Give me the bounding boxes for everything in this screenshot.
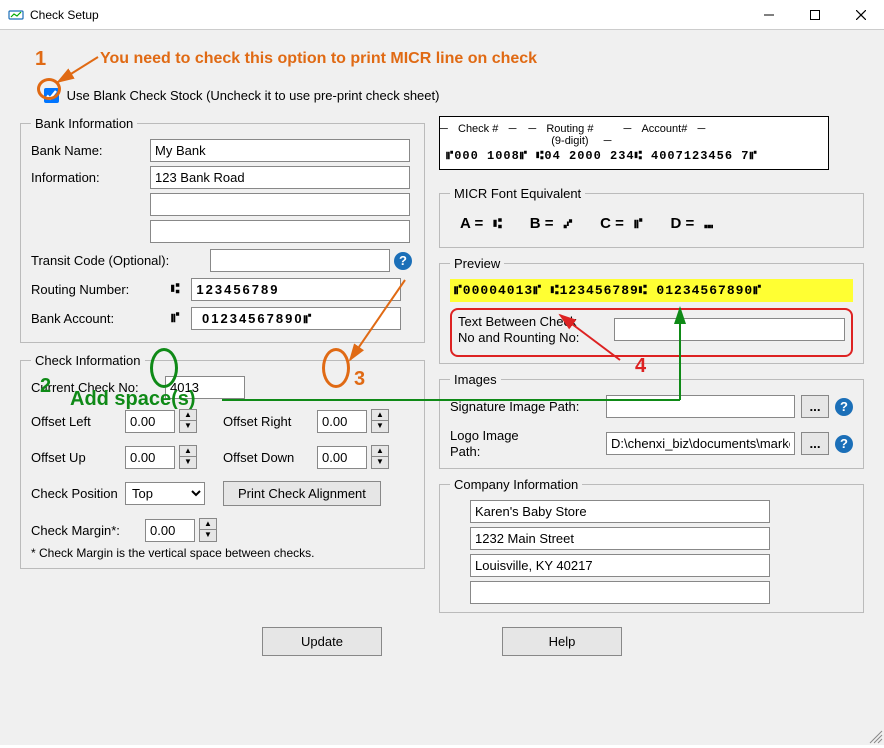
resize-grip-icon[interactable] xyxy=(866,727,884,745)
offset-down-label: Offset Down xyxy=(223,450,313,465)
signature-path-label: Signature Image Path: xyxy=(450,399,600,414)
images-group: Images Signature Image Path: ... ? Logo … xyxy=(439,372,864,468)
bank-info-group: Bank Information Bank Name: Information: xyxy=(20,116,425,343)
sample-check-label: Check # xyxy=(448,123,508,147)
check-info-legend: Check Information xyxy=(31,353,145,368)
transit-code-input[interactable] xyxy=(210,249,390,272)
signature-path-input[interactable] xyxy=(606,395,795,418)
logo-browse-button[interactable]: ... xyxy=(801,432,829,455)
check-margin-label: Check Margin*: xyxy=(31,523,141,538)
micr-equiv-legend: MICR Font Equivalent xyxy=(450,186,585,201)
help-icon[interactable]: ? xyxy=(394,252,412,270)
sample-micr-line: ⑈000 1008⑈ ⑆04 2000 234⑆ 4007123456 7⑈ xyxy=(446,149,822,163)
account-symbol: ⑈ xyxy=(171,311,181,327)
logo-path-label-1: Logo Image xyxy=(450,428,600,444)
micr-a: A = ⑆ xyxy=(460,215,502,233)
check-margin-footnote: * Check Margin is the vertical space bet… xyxy=(31,546,414,560)
help-icon[interactable]: ? xyxy=(835,398,853,416)
bank-name-label: Bank Name: xyxy=(31,143,146,158)
company-line4-input[interactable] xyxy=(470,581,770,604)
preview-legend: Preview xyxy=(450,256,504,271)
use-blank-stock-checkbox[interactable] xyxy=(44,88,59,103)
sample-routing-label: Routing # (9-digit) xyxy=(536,123,603,147)
micr-equiv-group: MICR Font Equivalent A = ⑆ B = ⑇ C = ⑈ D… xyxy=(439,186,864,248)
offset-down-input[interactable] xyxy=(317,446,367,469)
offset-right-input[interactable] xyxy=(317,410,367,433)
offset-left-label: Offset Left xyxy=(31,414,121,429)
bank-info-line3-input[interactable] xyxy=(150,220,410,243)
window-title: Check Setup xyxy=(30,8,746,22)
annotation-msg-1: You need to check this option to print M… xyxy=(100,50,537,68)
company-line1-input[interactable] xyxy=(470,500,770,523)
logo-path-label-2: Path: xyxy=(450,444,600,460)
close-button[interactable] xyxy=(838,0,884,29)
account-label: Bank Account: xyxy=(31,311,161,326)
preview-group: Preview ⑈00004013⑈ ⑆123456789⑆ 012345678… xyxy=(439,256,864,364)
help-icon[interactable]: ? xyxy=(835,435,853,453)
company-info-legend: Company Information xyxy=(450,477,582,492)
micr-sample-box: Check # Routing # (9-digit) Account# ⑈00… xyxy=(439,116,829,170)
bank-info-legend: Bank Information xyxy=(31,116,137,131)
routing-symbol: ⑆ xyxy=(171,282,181,298)
offset-right-label: Offset Right xyxy=(223,414,313,429)
offset-up-label: Offset Up xyxy=(31,450,121,465)
offset-down-spinner[interactable]: ▲▼ xyxy=(371,445,389,469)
offset-up-spinner[interactable]: ▲▼ xyxy=(179,445,197,469)
company-line2-input[interactable] xyxy=(470,527,770,550)
content-area: Use Blank Check Stock (Uncheck it to use… xyxy=(0,30,884,745)
titlebar: Check Setup xyxy=(0,0,884,30)
maximize-button[interactable] xyxy=(792,0,838,29)
bank-info-line1-input[interactable] xyxy=(150,166,410,189)
micr-c: C = ⑈ xyxy=(600,215,642,233)
current-check-input[interactable] xyxy=(165,376,245,399)
text-between-input[interactable] xyxy=(614,318,845,341)
offset-left-input[interactable] xyxy=(125,410,175,433)
offset-left-spinner[interactable]: ▲▼ xyxy=(179,409,197,433)
update-button[interactable]: Update xyxy=(262,627,382,656)
offset-right-spinner[interactable]: ▲▼ xyxy=(371,409,389,433)
check-position-label: Check Position xyxy=(31,486,121,501)
check-position-select[interactable]: Top xyxy=(125,482,205,505)
bank-account-input[interactable] xyxy=(191,307,401,330)
signature-browse-button[interactable]: ... xyxy=(801,395,829,418)
bank-info-label: Information: xyxy=(31,170,146,185)
logo-path-input[interactable] xyxy=(606,432,795,455)
routing-number-input[interactable] xyxy=(191,278,401,301)
blank-stock-row: Use Blank Check Stock (Uncheck it to use… xyxy=(40,85,864,106)
text-between-label-2: No and Rounting No: xyxy=(458,330,608,346)
sample-account-label: Account# xyxy=(631,123,697,147)
current-check-label: Current Check No: xyxy=(31,380,161,395)
app-icon xyxy=(8,7,24,23)
company-info-group: Company Information xyxy=(439,477,864,613)
text-between-label-1: Text Between Check xyxy=(458,314,608,330)
transit-label: Transit Code (Optional): xyxy=(31,253,206,268)
micr-d: D = ⑉ xyxy=(671,215,713,233)
company-line3-input[interactable] xyxy=(470,554,770,577)
minimize-button[interactable] xyxy=(746,0,792,29)
check-margin-input[interactable] xyxy=(145,519,195,542)
micr-b: B = ⑇ xyxy=(530,215,572,233)
print-alignment-button[interactable]: Print Check Alignment xyxy=(223,481,381,506)
use-blank-stock-label: Use Blank Check Stock (Uncheck it to use… xyxy=(67,88,440,103)
preview-micr-line: ⑈00004013⑈ ⑆123456789⑆ 01234567890⑈ xyxy=(450,279,853,302)
bank-info-line2-input[interactable] xyxy=(150,193,410,216)
offset-up-input[interactable] xyxy=(125,446,175,469)
bank-name-input[interactable] xyxy=(150,139,410,162)
check-info-group: Check Information Current Check No: Offs… xyxy=(20,353,425,569)
routing-label: Routing Number: xyxy=(31,282,161,297)
annotation-number-1: 1 xyxy=(35,48,46,71)
help-button[interactable]: Help xyxy=(502,627,622,656)
check-margin-spinner[interactable]: ▲▼ xyxy=(199,518,217,542)
images-legend: Images xyxy=(450,372,501,387)
